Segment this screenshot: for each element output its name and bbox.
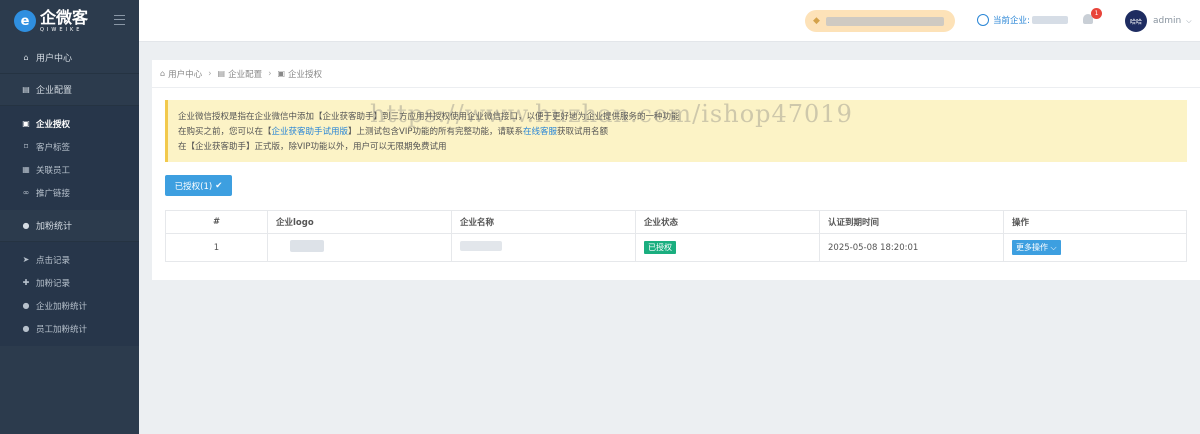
breadcrumb: ⌂ 用户中心 › ▤ 企业配置 › ▣ 企业授权 bbox=[152, 60, 1200, 88]
user-plus-icon: ✚ bbox=[22, 278, 30, 287]
sidebar-submenu: ▣ 企业授权 ⌑ 客户标签 ▦ 关联员工 ∞ 推广链接 bbox=[0, 106, 139, 210]
authorized-button-label: 已授权(1) bbox=[174, 181, 213, 192]
sidebar-submenu: ➤ 点击记录 ✚ 加粉记录 ● 企业加粉统计 ● 员工加粉统计 bbox=[0, 242, 139, 346]
logo[interactable]: e 企微客 QIWEIKE bbox=[0, 0, 139, 42]
company-label: 当前企业: bbox=[993, 16, 1030, 26]
notice-line: 在【企业获客助手】正式版，除VIP功能以外，用户可以无限期免费试用 bbox=[178, 142, 447, 152]
chevron-right-icon: › bbox=[208, 68, 212, 79]
expire-time: 2025-05-08 18:20:01 bbox=[819, 233, 1004, 262]
current-company[interactable]: 当前企业: bbox=[977, 14, 1068, 26]
column-header: # bbox=[165, 210, 268, 234]
sidebar-item-customer-tags[interactable]: ⌑ 客户标签 bbox=[0, 135, 139, 158]
sidebar-item-label: 员工加粉统计 bbox=[36, 324, 88, 335]
username: admin bbox=[1153, 16, 1182, 26]
sidebar-item-label: 点击记录 bbox=[36, 255, 71, 266]
chevron-down-icon: ⌵ bbox=[1186, 16, 1192, 25]
logo-name: 企微客 bbox=[40, 7, 89, 27]
table-header-row: # 企业logo 企业名称 企业状态 认证到期时间 操作 bbox=[165, 210, 1187, 234]
top-header: ◆ 当前企业: 1 哈哈 admin ⌵ bbox=[139, 0, 1200, 42]
logo-subtitle: QIWEIKE bbox=[40, 26, 83, 33]
watermark: https://www.huzhan.com/ishop47019 bbox=[370, 100, 853, 128]
notice-text: 获取试用名额 bbox=[557, 127, 609, 137]
status-badge: 已授权 bbox=[644, 241, 676, 254]
pointer-icon: ➤ bbox=[22, 255, 30, 264]
sidebar-item-label: 加粉统计 bbox=[36, 222, 73, 232]
sidebar-item-user-center[interactable]: ⌂ 用户中心 bbox=[0, 42, 139, 74]
user-icon: ● bbox=[22, 324, 30, 333]
home-icon: ⌂ bbox=[23, 53, 29, 62]
column-header: 企业状态 bbox=[635, 210, 820, 234]
more-actions-label: 更多操作 bbox=[1016, 243, 1048, 252]
chat-icon bbox=[977, 14, 989, 26]
sidebar-item-label: 企业配置 bbox=[36, 86, 73, 96]
user-icon: ● bbox=[22, 221, 30, 230]
notice-text: 在购买之前，您可以在【 bbox=[178, 127, 272, 137]
sidebar-item-promo-links[interactable]: ∞ 推广链接 bbox=[0, 181, 139, 204]
blurred-name bbox=[460, 241, 502, 251]
sidebar-item-enterprise-config[interactable]: ▤ 企业配置 bbox=[0, 74, 139, 106]
picture-icon: ▣ bbox=[277, 69, 286, 78]
sidebar-item-enterprise-auth[interactable]: ▣ 企业授权 bbox=[0, 112, 139, 135]
trial-version-link[interactable]: 企业获客助手试用版 bbox=[272, 127, 349, 137]
sidebar-item-click-records[interactable]: ➤ 点击记录 bbox=[0, 248, 139, 271]
sidebar: e 企微客 QIWEIKE ⌂ 用户中心 ▤ 企业配置 ▣ 企业授权 ⌑ 客户标… bbox=[0, 0, 139, 434]
document-icon: ▤ bbox=[217, 69, 226, 78]
column-header: 企业名称 bbox=[451, 210, 636, 234]
blurred-company-name bbox=[1031, 16, 1068, 24]
table-row: 1 已授权 2025-05-08 18:20:01 更多操作 ⌵ bbox=[165, 233, 1187, 262]
vip-badge[interactable]: ◆ bbox=[805, 10, 955, 32]
main-panel: ⌂ 用户中心 › ▤ 企业配置 › ▣ 企业授权 企业微信授权是指在企业微信中添… bbox=[152, 60, 1200, 280]
sidebar-item-staff-fans-stats[interactable]: ● 员工加粉统计 bbox=[0, 317, 139, 340]
sidebar-item-label: 推广链接 bbox=[36, 188, 71, 199]
authorized-button[interactable]: 已授权(1) ✔ bbox=[165, 175, 232, 196]
sidebar-item-fans-records[interactable]: ✚ 加粉记录 bbox=[0, 271, 139, 294]
sidebar-item-label: 加粉记录 bbox=[36, 278, 71, 289]
menu-toggle-icon[interactable] bbox=[114, 15, 125, 25]
avatar[interactable]: 哈哈 bbox=[1125, 10, 1147, 32]
notification-badge: 1 bbox=[1091, 8, 1102, 19]
enterprise-status: 已授权 bbox=[635, 233, 820, 262]
row-actions: 更多操作 ⌵ bbox=[1003, 233, 1187, 262]
authorization-table: # 企业logo 企业名称 企业状态 认证到期时间 操作 1 已授权 2025-… bbox=[165, 210, 1187, 262]
sidebar-item-label: 企业加粉统计 bbox=[36, 301, 88, 312]
sidebar-item-label: 客户标签 bbox=[36, 142, 71, 153]
chevron-right-icon: › bbox=[268, 68, 272, 79]
picture-icon: ▣ bbox=[22, 119, 30, 128]
sidebar-item-enterprise-fans-stats[interactable]: ● 企业加粉统计 bbox=[0, 294, 139, 317]
check-icon: ✔ bbox=[215, 180, 223, 191]
breadcrumb-item: 企业授权 bbox=[288, 69, 323, 80]
chevron-down-icon: ⌵ bbox=[1050, 243, 1057, 252]
diamond-icon: ◆ bbox=[813, 16, 820, 26]
bookmark-icon: ⌑ bbox=[23, 142, 29, 151]
sidebar-item-fans-stats[interactable]: ● 加粉统计 bbox=[0, 210, 139, 242]
sidebar-item-label: 用户中心 bbox=[36, 54, 73, 64]
enterprise-logo bbox=[267, 233, 452, 262]
more-actions-button[interactable]: 更多操作 ⌵ bbox=[1012, 240, 1061, 255]
logo-icon: e bbox=[14, 10, 36, 32]
notice-text: 】上测试包含VIP功能的所有完整功能，请联系 bbox=[348, 127, 523, 137]
blurred-logo bbox=[290, 240, 324, 252]
sidebar-item-label: 关联员工 bbox=[36, 165, 71, 176]
bell-icon[interactable]: 1 bbox=[1083, 8, 1102, 26]
column-header: 认证到期时间 bbox=[819, 210, 1004, 234]
column-header: 操作 bbox=[1003, 210, 1187, 234]
breadcrumb-item[interactable]: 用户中心 bbox=[168, 68, 202, 80]
column-header: 企业logo bbox=[267, 210, 452, 234]
document-icon: ▤ bbox=[22, 85, 30, 94]
online-support-link[interactable]: 在线客服 bbox=[523, 127, 557, 137]
qrcode-icon: ▦ bbox=[22, 165, 30, 174]
breadcrumb-item[interactable]: 企业配置 bbox=[228, 68, 262, 80]
home-icon: ⌂ bbox=[160, 69, 166, 78]
user-icon: ● bbox=[22, 301, 30, 310]
row-index: 1 bbox=[165, 233, 268, 262]
blurred-vip-info bbox=[825, 16, 944, 26]
enterprise-name bbox=[451, 233, 636, 262]
user-menu[interactable]: admin ⌵ bbox=[1153, 16, 1192, 26]
link-icon: ∞ bbox=[22, 188, 30, 197]
sidebar-item-linked-staff[interactable]: ▦ 关联员工 bbox=[0, 158, 139, 181]
sidebar-item-label: 企业授权 bbox=[36, 119, 71, 130]
